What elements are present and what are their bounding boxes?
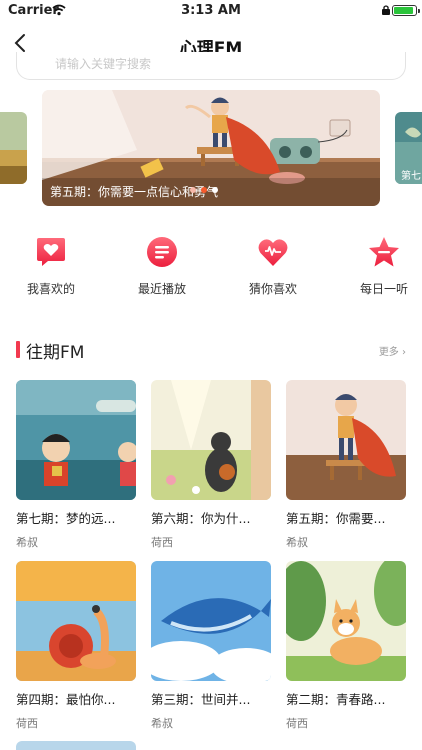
quick-item-recommend[interactable]: 猜你喜欢 bbox=[233, 232, 313, 297]
episode-title: 第七期：梦的远... bbox=[16, 511, 116, 526]
episode-author: 荷西 bbox=[16, 717, 38, 730]
search-field[interactable]: 请输入关键字搜索 bbox=[16, 52, 406, 80]
star-icon bbox=[369, 237, 399, 267]
quick-item-label: 最近播放 bbox=[137, 282, 186, 296]
page-dot bbox=[212, 187, 218, 193]
episode-title: 第二期：青春路... bbox=[286, 692, 386, 707]
page-dot bbox=[190, 187, 196, 193]
heart-chat-icon bbox=[37, 238, 65, 266]
episode-cover bbox=[16, 561, 136, 681]
quick-item-label: 猜你喜欢 bbox=[248, 282, 297, 296]
episode-card[interactable]: 第六期：你为什... 荷西 bbox=[151, 380, 271, 550]
episode-author: 荷西 bbox=[151, 536, 173, 549]
search-placeholder: 请输入关键字搜索 bbox=[55, 57, 152, 71]
heart-wave-icon bbox=[258, 239, 288, 266]
episode-cover bbox=[151, 380, 271, 500]
chevron-right-icon: › bbox=[402, 347, 406, 358]
episode-card-peek[interactable] bbox=[16, 741, 136, 750]
episode-card[interactable]: 第七期：梦的远... 希叔 bbox=[16, 380, 136, 550]
episode-author: 希叔 bbox=[286, 536, 308, 549]
quick-item-label: 每日一听 bbox=[359, 282, 408, 296]
page-dot-active bbox=[201, 187, 207, 193]
more-link[interactable]: 更多 › bbox=[379, 343, 406, 358]
banner-carousel[interactable]: 第五期：你需要一点信心和勇气 第七 bbox=[0, 90, 422, 207]
banner-next-card[interactable]: 第七 bbox=[395, 112, 422, 184]
section-header: 往期FM 更多 › bbox=[0, 338, 422, 363]
quick-item-daily[interactable]: 每日一听 bbox=[344, 232, 422, 297]
more-label: 更多 bbox=[378, 347, 399, 358]
episode-card[interactable]: 第四期：最怕你... 荷西 bbox=[16, 561, 136, 731]
episode-card[interactable]: 第三期：世间并... 希叔 bbox=[151, 561, 271, 731]
rotation-lock-icon bbox=[382, 5, 390, 15]
episode-card[interactable]: 第五期：你需要... 希叔 bbox=[286, 380, 406, 550]
episode-author: 希叔 bbox=[151, 717, 173, 730]
playlist-icon bbox=[147, 237, 177, 267]
quick-item-label: 我喜欢的 bbox=[26, 282, 75, 296]
section-title: 往期FM bbox=[26, 343, 85, 363]
episode-title: 第三期：世间并... bbox=[151, 692, 251, 707]
banner-next-caption: 第七 bbox=[401, 171, 421, 182]
carousel-page-indicator bbox=[190, 178, 223, 193]
episode-cover bbox=[286, 380, 406, 500]
banner-prev-card[interactable] bbox=[0, 112, 27, 184]
episode-author: 希叔 bbox=[16, 536, 38, 549]
banner-main-card[interactable]: 第五期：你需要一点信心和勇气 bbox=[42, 90, 380, 206]
quick-item-favorites[interactable]: 我喜欢的 bbox=[11, 232, 91, 297]
episode-title: 第五期：你需要... bbox=[286, 511, 386, 526]
quick-item-recent[interactable]: 最近播放 bbox=[122, 232, 202, 297]
battery-icon bbox=[392, 5, 420, 16]
episode-author: 荷西 bbox=[286, 717, 308, 730]
section-accent-bar bbox=[16, 341, 20, 358]
episode-cover bbox=[151, 561, 271, 681]
episode-title: 第四期：最怕你... bbox=[16, 692, 116, 707]
quick-menu: 我喜欢的 最近播放 猜你喜欢 每日一听 bbox=[0, 232, 422, 300]
episode-card[interactable]: 第二期：青春路... 荷西 bbox=[286, 561, 406, 731]
clock: 3:13 AM bbox=[181, 3, 241, 18]
episode-title: 第六期：你为什... bbox=[151, 511, 251, 526]
status-bar: Carrier 3:13 AM bbox=[0, 0, 422, 22]
episode-cover bbox=[286, 561, 406, 681]
episode-cover bbox=[16, 380, 136, 500]
